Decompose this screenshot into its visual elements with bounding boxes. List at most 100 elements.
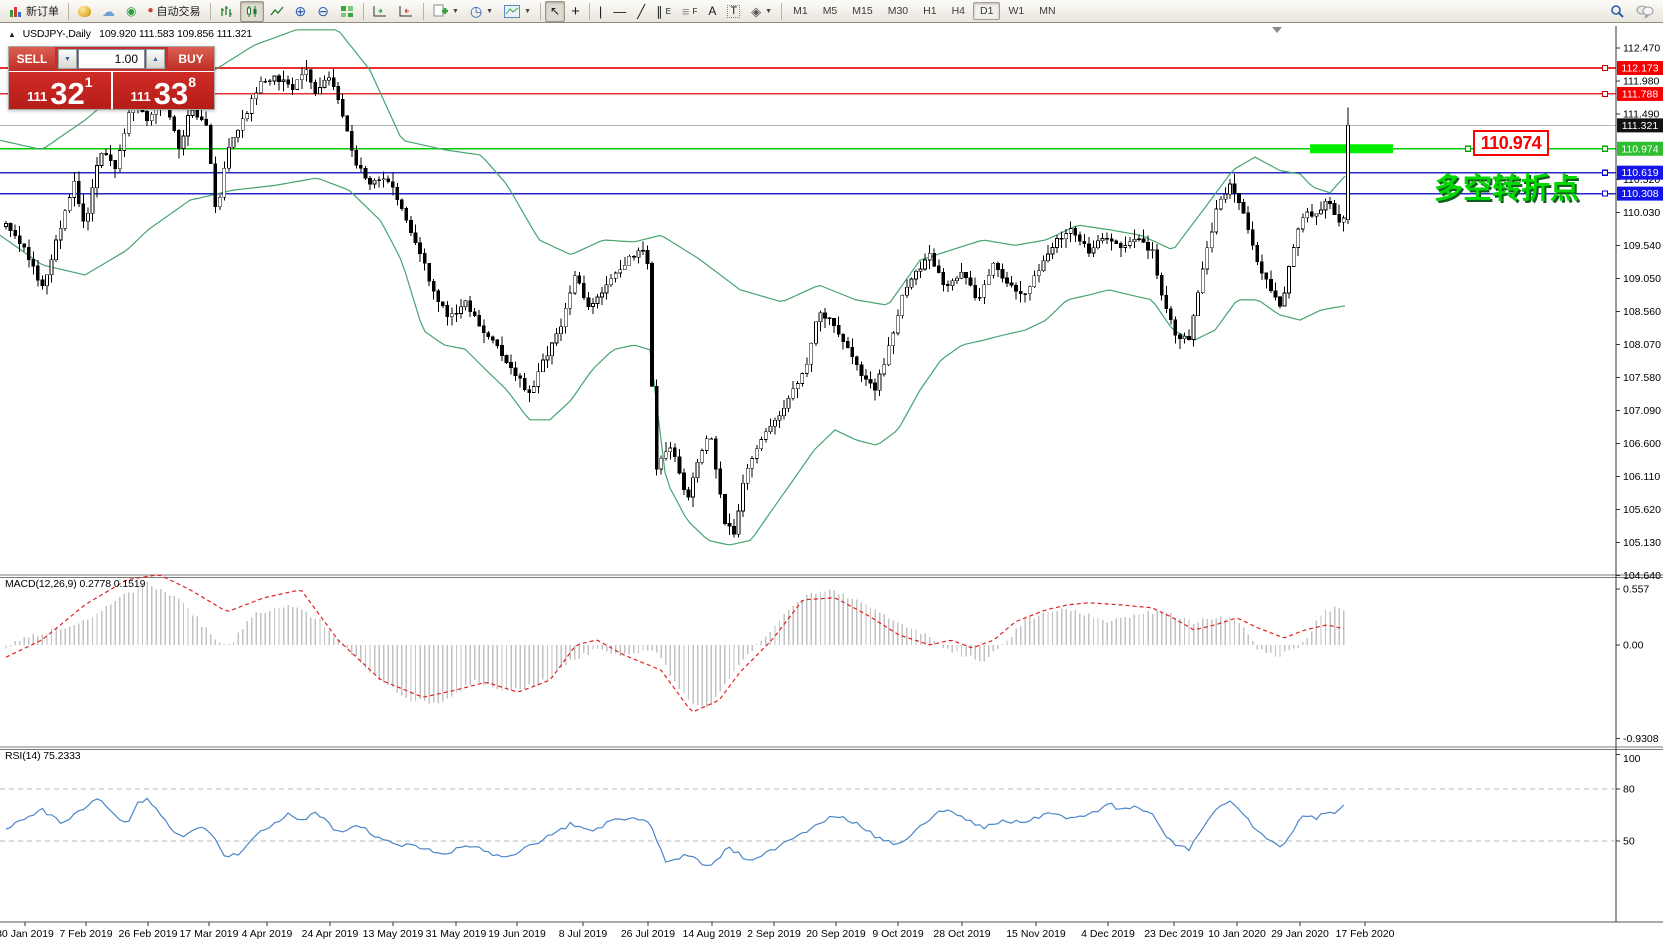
zoom-out-button[interactable]: ⊖ (312, 1, 334, 22)
svg-text:10 Jan 2020: 10 Jan 2020 (1208, 928, 1266, 940)
svg-text:20 Sep 2019: 20 Sep 2019 (806, 928, 866, 940)
svg-text:26 Feb 2019: 26 Feb 2019 (119, 928, 178, 940)
volume-increase-button[interactable]: ▲ (146, 49, 165, 69)
auto-trading-button[interactable]: ● 自动交易 (142, 1, 205, 22)
search-icon (1610, 4, 1625, 18)
chevron-down-icon: ▼ (452, 8, 459, 15)
tile-windows-button[interactable] (335, 1, 359, 22)
svg-text:100: 100 (1623, 753, 1641, 765)
timeframe-mn-button[interactable]: MN (1032, 2, 1062, 20)
svg-text:109.050: 109.050 (1623, 273, 1661, 285)
autotrade-status-icon: ● (147, 6, 153, 16)
candle-chart-mode-button[interactable] (240, 1, 264, 22)
new-chart-button[interactable]: ▼ (428, 1, 464, 22)
svg-text:0.557: 0.557 (1623, 584, 1649, 596)
timeframe-m30-button[interactable]: M30 (881, 2, 915, 20)
svg-text:109.540: 109.540 (1623, 240, 1661, 252)
search-button[interactable] (1605, 1, 1630, 22)
cloud-icon: ☁ (102, 5, 115, 18)
sell-price-sup: 1 (85, 74, 93, 90)
chart-symbol-period: USDJPY-,Daily (23, 28, 91, 40)
svg-text:15 Nov 2019: 15 Nov 2019 (1006, 928, 1066, 940)
text-tool-button[interactable]: A (703, 1, 721, 22)
text-label-tool-button[interactable]: T (722, 1, 745, 22)
auto-scroll-button[interactable] (368, 1, 393, 22)
price-callout-box[interactable]: 110.974 (1473, 130, 1549, 156)
buy-price-button[interactable]: 111 33 8 (113, 72, 215, 109)
new-chart-icon (433, 4, 448, 18)
timeframe-m5-button[interactable]: M5 (816, 2, 845, 20)
chart-title: ▲ USDJPY-,Daily 109.920 111.583 109.856 … (8, 28, 252, 40)
timeframe-d1-button[interactable]: D1 (973, 2, 1000, 20)
arrows-tool-button[interactable]: ◈▼ (746, 1, 777, 22)
turning-point-annotation[interactable]: 多空转折点 (1434, 165, 1579, 207)
vertical-line-icon: | (599, 5, 602, 18)
cursor-icon: ↖ (550, 5, 560, 17)
timeframe-h1-button[interactable]: H1 (916, 2, 943, 20)
svg-text:108.560: 108.560 (1623, 306, 1661, 318)
horizontal-line-icon: — (613, 5, 626, 18)
svg-text:28 Oct 2019: 28 Oct 2019 (933, 928, 990, 940)
new-order-chart-icon (9, 5, 23, 18)
bar-chart-icon (220, 5, 234, 18)
svg-text:107.090: 107.090 (1623, 405, 1661, 417)
toolbar-separator (210, 3, 211, 20)
crosshair-icon: + (571, 4, 580, 19)
svg-text:106.600: 106.600 (1623, 438, 1661, 450)
timeframe-h4-button[interactable]: H4 (945, 2, 972, 20)
horizontal-line-tool-button[interactable]: — (608, 1, 631, 22)
auto-scroll-icon (373, 5, 388, 18)
svg-text:110.308: 110.308 (1621, 188, 1658, 200)
buy-price-prefix: 111 (130, 89, 150, 104)
svg-text:106.110: 106.110 (1623, 471, 1660, 483)
chart-shift-button[interactable] (394, 1, 419, 22)
new-order-label: 新订单 (26, 3, 59, 19)
fibonacci-tool-button[interactable]: ≡F (677, 1, 702, 22)
buy-button[interactable]: BUY (168, 47, 214, 71)
svg-text:19 Jun 2019: 19 Jun 2019 (488, 928, 546, 940)
chat-button[interactable] (1631, 1, 1659, 22)
crosshair-tool-button[interactable]: + (566, 1, 585, 22)
svg-text:105.620: 105.620 (1623, 504, 1661, 516)
virtual-hosting-button[interactable]: ☁ (97, 1, 120, 22)
sell-price-prefix: 111 (27, 89, 47, 104)
zoom-in-button[interactable]: ⊕ (290, 1, 312, 22)
line-chart-mode-button[interactable] (265, 1, 289, 22)
volume-input[interactable]: 1.00 (78, 49, 145, 69)
svg-text:-0.9308: -0.9308 (1623, 733, 1659, 745)
buy-price-sup: 8 (188, 74, 196, 90)
timeframe-m1-button[interactable]: M1 (786, 2, 815, 20)
signals-button[interactable]: ◉ (121, 1, 141, 22)
channel-tool-button[interactable]: ∥E (651, 1, 676, 22)
line-chart-icon (270, 5, 284, 18)
new-order-button[interactable]: 新订单 (4, 1, 64, 22)
svg-text:4 Dec 2019: 4 Dec 2019 (1081, 928, 1135, 940)
cursor-tool-button[interactable]: ↖ (545, 1, 565, 22)
signal-icon: ◉ (126, 5, 136, 17)
sell-button[interactable]: SELL (9, 47, 55, 71)
periods-button[interactable]: ◷ ▼ (465, 1, 498, 22)
sell-price-button[interactable]: 111 32 1 (9, 72, 111, 109)
channel-sub-label: E (666, 7, 671, 16)
timeframe-m15-button[interactable]: M15 (845, 2, 879, 20)
chart-shift-icon (399, 5, 414, 18)
timeframe-w1-button[interactable]: W1 (1001, 2, 1031, 20)
collapse-panel-icon[interactable]: ▲ (8, 30, 16, 39)
svg-text:24 Apr 2019: 24 Apr 2019 (302, 928, 359, 940)
mql5-community-button[interactable] (73, 1, 96, 22)
svg-text:50: 50 (1623, 835, 1635, 847)
svg-text:7 Feb 2019: 7 Feb 2019 (59, 928, 112, 940)
toolbar-separator (423, 3, 424, 20)
trendline-tool-button[interactable]: ╱ (632, 1, 650, 22)
templates-button[interactable]: ▼ (499, 1, 536, 22)
svg-text:110.030: 110.030 (1623, 207, 1660, 219)
rsi-indicator-label: RSI(14) 75.2333 (5, 750, 81, 762)
bar-chart-mode-button[interactable] (215, 1, 239, 22)
volume-decrease-button[interactable]: ▼ (58, 49, 77, 69)
svg-text:112.173: 112.173 (1621, 63, 1658, 75)
chart-canvas[interactable]: 112.470111.980111.490110.520110.030109.5… (0, 24, 1663, 942)
vertical-line-tool-button[interactable]: | (594, 1, 607, 22)
svg-text:111.321: 111.321 (1622, 120, 1659, 132)
one-click-trading-panel: SELL ▼ 1.00 ▲ BUY 111 32 1 111 33 8 (8, 46, 215, 110)
svg-text:14 Aug 2019: 14 Aug 2019 (683, 928, 742, 940)
